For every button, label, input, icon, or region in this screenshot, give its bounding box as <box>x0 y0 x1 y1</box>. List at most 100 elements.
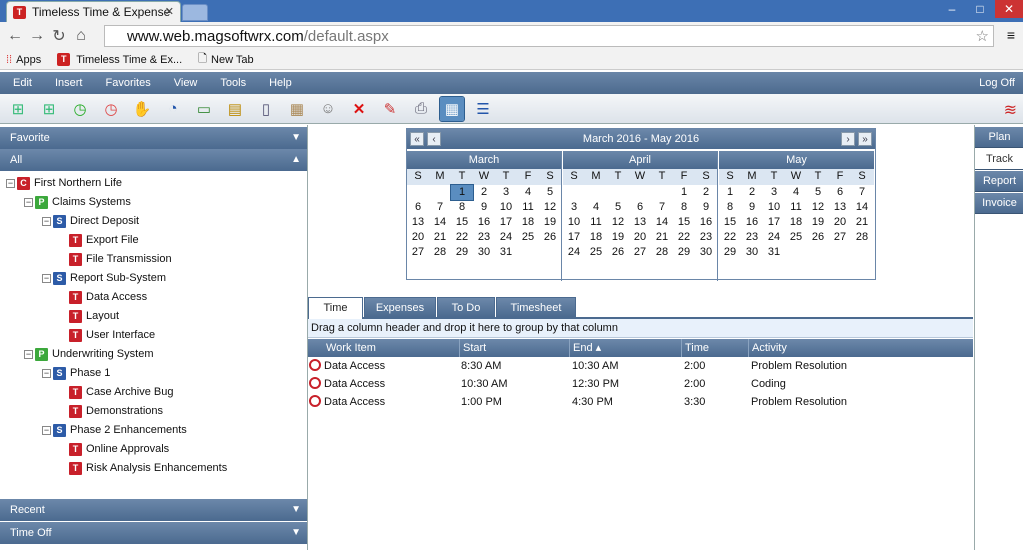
calendar-day[interactable]: 13 <box>829 200 851 215</box>
calendar-day[interactable]: 22 <box>719 230 741 245</box>
document-icon[interactable]: ▯ <box>254 97 278 121</box>
nav-track[interactable]: Track <box>975 149 1023 170</box>
menu-favorites[interactable]: Favorites <box>105 77 150 89</box>
calendar-day[interactable]: 24 <box>763 230 785 245</box>
calendar-day[interactable]: 4 <box>517 185 539 200</box>
calendar-day[interactable]: 19 <box>539 215 561 230</box>
calendar-day[interactable]: 2 <box>473 185 495 200</box>
tree-node[interactable]: − P Underwriting System <box>24 345 153 363</box>
logoff-link[interactable]: Log Off <box>979 77 1015 89</box>
calendar-day[interactable]: 14 <box>651 215 673 230</box>
calendar-day[interactable]: 20 <box>407 230 429 245</box>
calendar-day[interactable]: 11 <box>585 215 607 230</box>
calendar-day[interactable]: 1 <box>719 185 741 200</box>
calendar-day[interactable]: 8 <box>451 200 473 215</box>
calendar-day[interactable]: 20 <box>829 215 851 230</box>
prev-month-button[interactable]: ‹ <box>427 132 441 146</box>
tab-timesheet[interactable]: Timesheet <box>496 297 576 318</box>
calendar-day[interactable]: 19 <box>607 230 629 245</box>
calendar-day[interactable]: 10 <box>495 200 517 215</box>
calendar-day[interactable]: 26 <box>807 230 829 245</box>
table-row[interactable]: Data Access 10:30 AM 12:30 PM 2:00 Coding <box>308 375 973 393</box>
collapse-icon[interactable]: − <box>6 178 15 188</box>
tree-node[interactable]: − S Phase 2 Enhancements <box>42 421 187 439</box>
timer-icon[interactable] <box>309 359 321 371</box>
calendar-day[interactable]: 17 <box>495 215 517 230</box>
col-activity[interactable]: Activity <box>749 339 973 357</box>
calendar-day[interactable]: 11 <box>517 200 539 215</box>
calendar-day[interactable]: 7 <box>651 200 673 215</box>
calendar-day[interactable]: 18 <box>517 215 539 230</box>
col-work-item[interactable]: Work Item <box>308 339 460 357</box>
collapse-icon[interactable]: − <box>42 273 51 283</box>
tree-node[interactable]: − S Direct Deposit <box>42 212 139 230</box>
calendar-day[interactable]: 12 <box>807 200 829 215</box>
calendar-day[interactable]: 23 <box>741 230 763 245</box>
calendar-day[interactable]: 7 <box>851 185 873 200</box>
new-tab-button[interactable] <box>182 4 208 21</box>
calendar-day[interactable]: 6 <box>407 200 429 215</box>
close-tab-icon[interactable]: ✕ <box>165 5 174 18</box>
delete-icon[interactable]: ✕ <box>347 97 371 121</box>
calendar-day[interactable]: 1 <box>450 184 474 201</box>
calendar-day[interactable]: 22 <box>451 230 473 245</box>
tree-node[interactable]: T Demonstrations <box>69 402 163 420</box>
calendar-day[interactable]: 21 <box>851 215 873 230</box>
calendar-day[interactable]: 16 <box>741 215 763 230</box>
calendar-day[interactable]: 23 <box>695 230 717 245</box>
edit-icon[interactable]: ✎ <box>378 97 402 121</box>
table-icon[interactable]: ▦ <box>285 97 309 121</box>
calendar-day[interactable]: 16 <box>695 215 717 230</box>
calendar-day[interactable]: 27 <box>407 245 429 260</box>
calendar-day[interactable]: 5 <box>539 185 561 200</box>
calendar-day[interactable]: 21 <box>429 230 451 245</box>
calendar-day[interactable]: 15 <box>451 215 473 230</box>
tree-node[interactable]: − S Report Sub-System <box>42 269 166 287</box>
tree-node[interactable]: T Export File <box>69 231 139 249</box>
col-start[interactable]: Start <box>460 339 570 357</box>
calendar-day[interactable]: 15 <box>719 215 741 230</box>
recent-header[interactable]: Recent ▼ <box>0 499 307 521</box>
calendar-day[interactable]: 27 <box>629 245 651 260</box>
col-end[interactable]: End ▴ <box>570 339 682 357</box>
tree-node[interactable]: − P Claims Systems <box>24 193 131 211</box>
menu-view[interactable]: View <box>174 77 198 89</box>
calendar-day[interactable]: 14 <box>851 200 873 215</box>
calendar-day[interactable]: 7 <box>429 200 451 215</box>
timer-icon[interactable] <box>309 377 321 389</box>
address-bar[interactable]: www.web.magsoftwrx.com/default.aspx ☆ <box>104 25 994 47</box>
timer-icon[interactable] <box>309 395 321 407</box>
tree-node[interactable]: T Online Approvals <box>69 440 169 458</box>
calendar-day[interactable]: 3 <box>495 185 517 200</box>
calendar-day[interactable]: 12 <box>607 215 629 230</box>
tree-node[interactable]: T Data Access <box>69 288 147 306</box>
tree-node[interactable]: T File Transmission <box>69 250 172 268</box>
calendar-day[interactable]: 1 <box>673 185 695 200</box>
nav-plan[interactable]: Plan <box>975 127 1023 148</box>
calendar-day[interactable]: 24 <box>495 230 517 245</box>
next-year-button[interactable]: » <box>858 132 872 146</box>
bookmark-site[interactable]: T Timeless Time & Ex... <box>57 53 182 66</box>
user-icon[interactable]: ☺ <box>316 97 340 121</box>
calendar-day[interactable]: 9 <box>741 200 763 215</box>
calendar-day[interactable]: 17 <box>763 215 785 230</box>
menu-insert[interactable]: Insert <box>55 77 83 89</box>
calendar-day[interactable]: 31 <box>495 245 517 260</box>
timeoff-header[interactable]: Time Off ▼ <box>0 522 307 544</box>
calendar-day[interactable]: 24 <box>563 245 585 260</box>
calendar-day[interactable]: 19 <box>807 215 829 230</box>
calendar-day[interactable]: 30 <box>695 245 717 260</box>
calendar-day[interactable]: 20 <box>629 230 651 245</box>
calendar-day[interactable]: 15 <box>673 215 695 230</box>
money-icon[interactable]: ▭ <box>192 97 216 121</box>
nav-invoice[interactable]: Invoice <box>975 193 1023 214</box>
tree-node[interactable]: − S Phase 1 <box>42 364 110 382</box>
calendar-day[interactable]: 23 <box>473 230 495 245</box>
calendar-day[interactable]: 28 <box>429 245 451 260</box>
calendar-day[interactable]: 6 <box>629 200 651 215</box>
menu-help[interactable]: Help <box>269 77 292 89</box>
bookmark-apps[interactable]: ⁞⁞ Apps <box>6 54 41 66</box>
calendar-day[interactable]: 5 <box>607 200 629 215</box>
calendar-day[interactable]: 8 <box>673 200 695 215</box>
calendar-day[interactable]: 4 <box>785 185 807 200</box>
